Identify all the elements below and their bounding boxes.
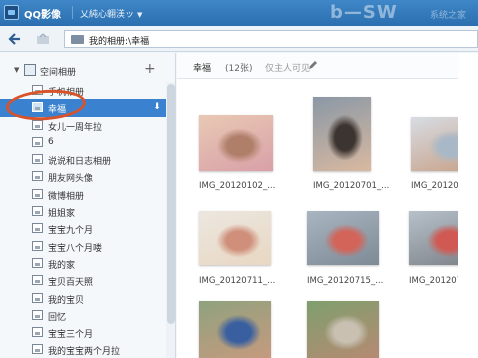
sidebar-album-item[interactable]: 我的宝贝 bbox=[0, 290, 166, 307]
address-path: 我的相册:\幸福 bbox=[89, 37, 150, 47]
album-label: 6 bbox=[48, 136, 54, 147]
photo-caption: IMG_20120701_... bbox=[313, 181, 390, 191]
user-name: 乂純心翺渼ッ bbox=[80, 10, 135, 20]
album-icon bbox=[32, 292, 43, 303]
album-label: 说说和日志相册 bbox=[48, 157, 112, 168]
album-icon bbox=[32, 206, 43, 217]
title-divider bbox=[72, 6, 73, 19]
album-label: 回忆 bbox=[48, 312, 67, 323]
watermark-text: 系统之家 bbox=[430, 11, 467, 21]
sidebar-scrollbar[interactable] bbox=[166, 82, 175, 358]
album-label: 女儿一周年拉 bbox=[48, 122, 103, 133]
folder-icon bbox=[71, 35, 84, 44]
album-list: 手机相册 幸福 ⬇ 女儿一周年拉 6 说说和日志相册 朋友网头像 微博相册 姐姐家 宝宝九个月 宝宝… bbox=[0, 82, 166, 358]
title-bar: QQ影像 乂純心翺渼ッ ▼ b—SW 系统之家 bbox=[0, 0, 478, 26]
photo-grid: IMG_20120102_... IMG_20120701_... IMG_2012… bbox=[177, 79, 478, 358]
chevron-down-icon: ▼ bbox=[137, 11, 143, 19]
photo-thumbnail[interactable] bbox=[199, 211, 271, 265]
photo-caption: IMG_20120715_... bbox=[307, 276, 384, 286]
sidebar-root-label: 空间相册 bbox=[40, 68, 77, 78]
album-label: 姐姐家 bbox=[48, 209, 76, 220]
album-icon bbox=[32, 240, 43, 251]
sidebar-album-item[interactable]: 6 bbox=[0, 134, 166, 151]
back-arrow-icon[interactable] bbox=[8, 32, 22, 46]
album-label: 微博相册 bbox=[48, 191, 85, 202]
watermark-logo: b—SW bbox=[330, 2, 398, 23]
sidebar-album-item[interactable]: 宝宝八个月喽 bbox=[0, 238, 166, 255]
album-label: 我的宝宝两个月拉 bbox=[48, 347, 121, 358]
album-icon bbox=[32, 327, 43, 338]
download-icon[interactable]: ⬇ bbox=[150, 101, 164, 114]
photo-area: 幸福 (12张) 仅主人可见 IMG_20120102_... IMG_20120… bbox=[177, 53, 478, 358]
sidebar-album-item[interactable]: 姐姐家 bbox=[0, 203, 166, 220]
scrollbar-thumb[interactable] bbox=[167, 84, 175, 324]
app-title: QQ影像 bbox=[24, 10, 62, 21]
expand-triangle-icon[interactable]: ▼ bbox=[14, 66, 19, 74]
sidebar-root-space-albums[interactable]: ▼ 空间相册 + bbox=[0, 61, 175, 79]
add-album-icon[interactable]: + bbox=[144, 61, 156, 77]
sidebar-album-item[interactable]: 我的家 bbox=[0, 255, 166, 272]
edit-pencil-icon[interactable] bbox=[308, 60, 318, 70]
sidebar-album-item[interactable]: 朋友网头像 bbox=[0, 168, 166, 185]
address-field[interactable]: 我的相册:\幸福 bbox=[64, 30, 478, 48]
album-label: 宝宝八个月喽 bbox=[48, 243, 103, 254]
address-bar: 我的相册:\幸福 bbox=[0, 26, 478, 52]
photo-thumbnail[interactable] bbox=[313, 97, 371, 171]
album-label: 宝宝九个月 bbox=[48, 226, 94, 237]
user-menu[interactable]: 乂純心翺渼ッ ▼ bbox=[80, 7, 142, 20]
album-icon bbox=[32, 309, 43, 320]
photo-caption: IMG_20120102_... bbox=[199, 181, 276, 191]
album-label: 朋友网头像 bbox=[48, 174, 94, 185]
album-icon bbox=[32, 223, 43, 234]
photo-thumbnail[interactable] bbox=[307, 211, 379, 265]
album-icon bbox=[32, 171, 43, 182]
album-label: 我的家 bbox=[48, 260, 76, 271]
album-title: 幸福 bbox=[193, 64, 212, 74]
photo-thumbnail[interactable] bbox=[307, 301, 379, 358]
watermark: b—SW 系统之家 bbox=[330, 2, 478, 26]
album-icon bbox=[32, 119, 43, 130]
album-icon bbox=[32, 188, 43, 199]
photo-thumbnail[interactable] bbox=[199, 301, 271, 358]
photo-caption: IMG_20120711_... bbox=[199, 276, 276, 286]
privacy-label: 仅主人可见 bbox=[265, 64, 311, 74]
up-folder-icon[interactable] bbox=[36, 32, 50, 46]
album-label: 我的宝贝 bbox=[48, 295, 85, 306]
photo-thumbnail[interactable] bbox=[199, 115, 273, 171]
photo-count: (12张) bbox=[225, 64, 253, 74]
album-root-icon bbox=[24, 64, 36, 76]
sidebar-album-item[interactable]: 回忆 bbox=[0, 307, 166, 324]
album-icon bbox=[32, 154, 43, 165]
album-icon bbox=[32, 344, 43, 355]
right-edge bbox=[458, 53, 478, 358]
sidebar-album-item[interactable]: 宝宝三个月 bbox=[0, 324, 166, 341]
sidebar-album-item[interactable]: 微博相册 bbox=[0, 186, 166, 203]
sidebar-album-item[interactable]: 说说和日志相册 bbox=[0, 151, 166, 168]
sidebar-album-item[interactable]: 宝贝百天照 bbox=[0, 272, 166, 289]
album-icon bbox=[32, 136, 43, 147]
sidebar-album-item[interactable]: 我的宝宝两个月拉 bbox=[0, 341, 166, 358]
album-icon bbox=[32, 275, 43, 286]
album-icon bbox=[32, 257, 43, 268]
album-label: 宝贝百天照 bbox=[48, 278, 94, 289]
sidebar-album-item[interactable]: 宝宝九个月 bbox=[0, 220, 166, 237]
album-header: 幸福 (12张) 仅主人可见 bbox=[177, 53, 478, 79]
app-logo-icon bbox=[4, 5, 19, 20]
album-label: 宝宝三个月 bbox=[48, 330, 94, 341]
